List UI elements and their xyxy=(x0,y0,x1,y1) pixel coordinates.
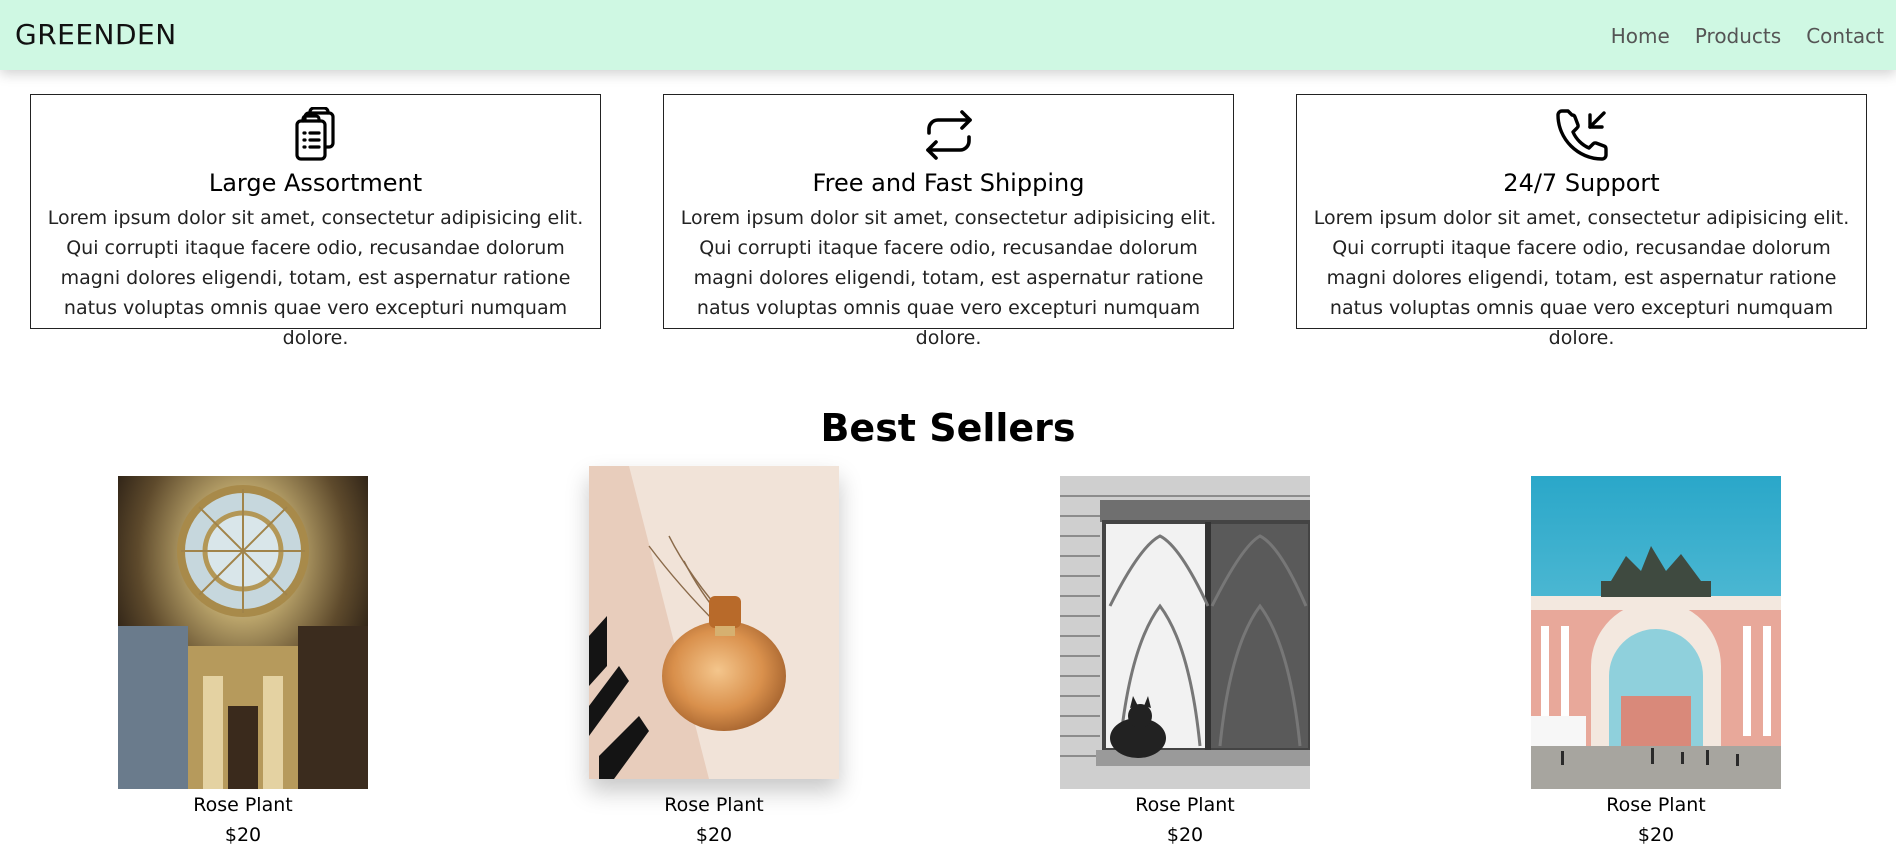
feature-text: Lorem ipsum dolor sit amet, consectetur … xyxy=(47,207,584,349)
product-price: $20 xyxy=(1166,824,1204,846)
product-card[interactable]: Rose Plant $20 xyxy=(589,466,839,846)
feature-title: 24/7 Support xyxy=(1503,169,1660,197)
feature-title: Large Assortment xyxy=(208,169,423,197)
feature-card-assortment: Large Assortment Lorem ipsum dolor sit a… xyxy=(30,94,601,349)
cathedral-dome-photo[interactable] xyxy=(118,476,368,789)
nav-links: Home Products Contact xyxy=(1611,24,1884,48)
product-name: Rose Plant xyxy=(193,794,293,816)
nav-link-products[interactable]: Products xyxy=(1695,24,1781,48)
phone-incoming-icon xyxy=(1297,107,1866,163)
product-card[interactable]: Rose Plant $20 xyxy=(118,476,368,846)
product-name: Rose Plant xyxy=(1606,794,1706,816)
nav-link-home[interactable]: Home xyxy=(1611,24,1670,48)
refresh-arrows-icon xyxy=(664,107,1233,163)
feature-card-shipping: Free and Fast Shipping Lorem ipsum dolor… xyxy=(663,94,1234,349)
best-sellers-heading: Best Sellers xyxy=(820,406,1076,450)
navbar: GREENDEN Home Products Contact xyxy=(0,0,1896,70)
perfume-bottle-photo[interactable] xyxy=(589,466,839,779)
nav-link-contact[interactable]: Contact xyxy=(1806,24,1884,48)
product-price: $20 xyxy=(1637,824,1675,846)
cat-in-window-photo[interactable] xyxy=(1060,476,1310,789)
product-price: $20 xyxy=(695,824,733,846)
product-name: Rose Plant xyxy=(664,794,764,816)
brand-logo[interactable]: GREENDEN xyxy=(15,18,177,51)
clipboard-icon xyxy=(31,107,600,163)
product-price: $20 xyxy=(224,824,262,846)
feature-card-support: 24/7 Support Lorem ipsum dolor sit amet,… xyxy=(1296,94,1867,349)
triumphal-arch-photo[interactable] xyxy=(1531,476,1781,789)
feature-text: Lorem ipsum dolor sit amet, consectetur … xyxy=(680,207,1217,349)
feature-title: Free and Fast Shipping xyxy=(812,169,1085,197)
feature-text: Lorem ipsum dolor sit amet, consectetur … xyxy=(1313,207,1850,349)
product-card[interactable]: Rose Plant $20 xyxy=(1531,476,1781,846)
product-name: Rose Plant xyxy=(1135,794,1235,816)
product-card[interactable]: Rose Plant $20 xyxy=(1060,476,1310,846)
